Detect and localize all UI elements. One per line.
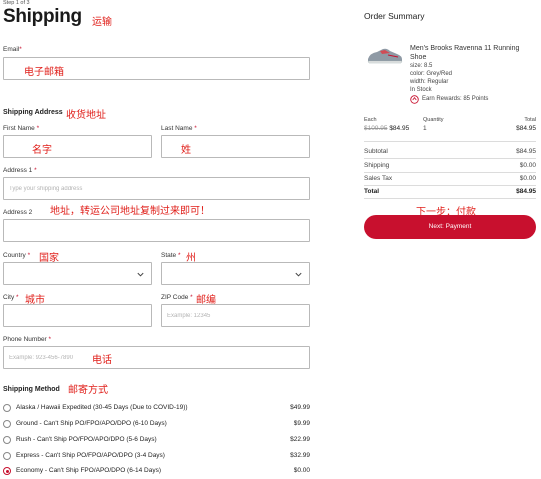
shipping-option[interactable]: Ground - Can't Ship PO/FPO/APO/DPO (6-10…	[3, 419, 310, 430]
chevron-down-icon	[295, 272, 302, 277]
address2-input[interactable]	[4, 220, 309, 241]
address1-label: Address 1 *	[3, 167, 37, 174]
subtotal-value: $84.95	[516, 148, 536, 155]
last-name-annotation: 姓	[181, 145, 191, 156]
shipping-address-title: Shipping Address	[3, 109, 63, 116]
shipping-option-name: Rush - Can't Ship PO/FPO/APO/DPO (5-6 Da…	[16, 436, 157, 443]
product-width: width: Regular	[410, 79, 449, 85]
address2-field[interactable]	[3, 219, 310, 242]
address-annotation: 地址，转运公司地址复制过来即可！	[50, 206, 210, 217]
subtotal-label: Subtotal	[364, 148, 388, 155]
zip-field[interactable]	[161, 304, 310, 327]
shipping-option[interactable]: Rush - Can't Ship PO/FPO/APO/DPO (5-6 Da…	[3, 435, 310, 446]
sale-price: $84.95	[389, 125, 410, 132]
rewards-icon	[410, 95, 419, 104]
page-title: Shipping	[3, 6, 82, 27]
order-total-value: $84.95	[516, 188, 536, 195]
phone-annotation: 电话	[92, 355, 112, 366]
line-total: $84.95	[516, 125, 536, 132]
shipping-label: Shipping	[364, 162, 390, 169]
shipping-option-name: Ground - Can't Ship PO/FPO/APO/DPO (6-10…	[16, 420, 167, 427]
radio-button-selected[interactable]	[3, 467, 11, 475]
shipping-option-price: $32.99	[290, 452, 310, 459]
divider	[364, 198, 536, 199]
city-input[interactable]	[4, 305, 151, 326]
radio-button[interactable]	[3, 420, 11, 428]
first-name-label: First Name *	[3, 125, 40, 132]
shipping-method-title: Shipping Method	[3, 386, 60, 393]
city-label: City *	[3, 294, 19, 301]
product-size: size: 8.5	[410, 63, 433, 69]
address1-input[interactable]	[4, 178, 309, 199]
divider	[364, 185, 536, 186]
shipping-option-price: $49.99	[290, 404, 310, 411]
shipping-option[interactable]: Express - Can't Ship PO/FPO/APO/DPO (3-4…	[3, 451, 310, 462]
phone-label: Phone Number *	[3, 336, 52, 343]
quantity-header: Quantity	[423, 117, 444, 123]
line-quantity: 1	[423, 125, 427, 132]
zip-label: ZIP Code *	[161, 294, 193, 301]
order-summary-title: Order Summary	[364, 11, 425, 21]
last-name-label: Last Name *	[161, 125, 197, 132]
shipping-option-price: $9.99	[293, 420, 310, 427]
each-header: Each	[364, 117, 377, 123]
first-name-input[interactable]	[4, 136, 151, 157]
shipping-address-annotation: 收货地址	[66, 110, 106, 121]
shoe-image	[367, 48, 403, 64]
order-total-label: Total	[364, 188, 380, 195]
divider	[364, 172, 536, 173]
email-label: Email*	[3, 46, 22, 53]
product-name[interactable]: Men's Brooks Ravenna 11 Running Shoe	[410, 44, 535, 62]
tax-value: $0.00	[519, 175, 536, 182]
state-select[interactable]	[161, 262, 310, 285]
stock-status: In Stock	[410, 87, 432, 93]
shipping-value: $0.00	[519, 162, 536, 169]
divider	[364, 158, 536, 159]
first-name-annotation: 名字	[32, 145, 52, 156]
divider	[364, 141, 536, 142]
rewards-text: Earn Rewards: 85 Points	[422, 96, 489, 102]
shipping-option-selected[interactable]: Economy - Can't Ship FPO/APO/DPO (6-14 D…	[3, 466, 310, 477]
shipping-option-name: Alaska / Hawaii Expedited (30-45 Days (D…	[16, 404, 188, 411]
phone-field[interactable]	[3, 346, 310, 369]
email-annotation: 电子邮箱	[24, 67, 64, 78]
shipping-option-price: $22.99	[290, 436, 310, 443]
zip-input[interactable]	[162, 305, 309, 326]
radio-button[interactable]	[3, 436, 11, 444]
total-header: Total	[524, 117, 536, 123]
address1-field[interactable]	[3, 177, 310, 200]
shipping-method-annotation: 邮寄方式	[68, 385, 108, 396]
chevron-down-icon	[137, 272, 144, 277]
first-name-field[interactable]	[3, 135, 152, 158]
next-payment-button[interactable]: Next: Payment	[364, 215, 536, 239]
shipping-option-price: $0.00	[293, 467, 310, 474]
radio-button[interactable]	[3, 404, 11, 412]
phone-input[interactable]	[4, 347, 309, 368]
tax-label: Sales Tax	[364, 175, 393, 182]
country-select[interactable]	[3, 262, 152, 285]
title-annotation: 运输	[92, 17, 112, 28]
product-color: color: Grey/Red	[410, 71, 453, 77]
shipping-option-name: Economy - Can't Ship FPO/APO/DPO (6-14 D…	[16, 467, 162, 474]
original-price: $109.95	[364, 125, 388, 132]
city-field[interactable]	[3, 304, 152, 327]
radio-button[interactable]	[3, 452, 11, 460]
state-label: State *	[161, 252, 181, 259]
shipping-option-name: Express - Can't Ship PO/FPO/APO/DPO (3-4…	[16, 452, 165, 459]
line-price: $109.95 $84.95	[364, 125, 409, 132]
country-label: Country *	[3, 252, 31, 259]
address2-label: Address 2	[3, 209, 33, 216]
shipping-option[interactable]: Alaska / Hawaii Expedited (30-45 Days (D…	[3, 403, 310, 414]
